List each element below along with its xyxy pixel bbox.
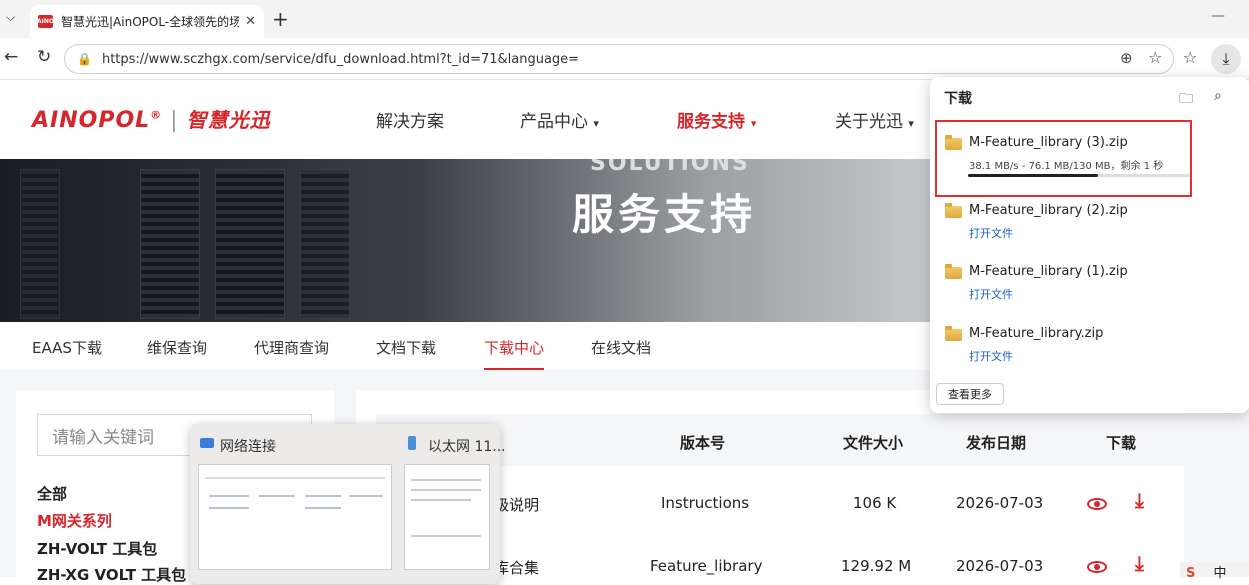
open-file-link[interactable]: 打开文件	[969, 348, 1013, 364]
header-version: 版本号	[680, 434, 726, 452]
server-rack-image	[215, 169, 285, 319]
row1-version: Instructions	[661, 494, 750, 512]
subtab-download-center[interactable]: 下载中心	[484, 337, 544, 358]
browser-tab[interactable]: AINO 智慧光迅|AinOPOL-全球领先的场景 ✕	[30, 5, 264, 38]
row1-name: 级说明	[494, 496, 540, 514]
site-favicon-icon: AINO	[37, 15, 54, 28]
preview-eye-icon[interactable]	[1087, 561, 1107, 573]
download-icon[interactable]: ⤓	[1135, 488, 1144, 512]
row2-size: 129.92 M	[841, 557, 912, 575]
header-download: 下载	[1106, 434, 1137, 452]
category-all[interactable]: 全部	[37, 483, 67, 504]
nav-solutions[interactable]: 解决方案	[376, 107, 444, 132]
open-folder-icon[interactable]: 🗀	[1179, 88, 1193, 112]
preview-eye-icon[interactable]	[1087, 498, 1107, 510]
download-progress-text: 38.1 MB/s - 76.1 MB/130 MB，剩余 1 秒	[969, 161, 1164, 172]
zip-folder-icon	[945, 135, 962, 150]
subtab-warranty-query[interactable]: 维保查询	[147, 337, 207, 358]
category-zh-xg-volt[interactable]: ZH-XG VOLT 工具包	[37, 564, 186, 585]
new-tab-icon[interactable]: +	[272, 7, 289, 31]
downloads-icon[interactable]: ⤓	[1211, 44, 1241, 74]
ethernet-window-icon	[408, 436, 416, 450]
favorite-star-icon[interactable]: ☆	[1148, 48, 1162, 67]
subtab-agent-query[interactable]: 代理商查询	[254, 337, 329, 358]
tab-list-chevron-icon[interactable]: ⌵	[6, 10, 15, 25]
network-window-thumbnail[interactable]	[198, 464, 392, 570]
logo-en: AINOPOL	[32, 108, 151, 133]
network-window-icon	[200, 438, 214, 448]
download-item-name[interactable]: M-Feature_library.zip	[969, 326, 1103, 341]
category-m-gateway[interactable]: M网关系列	[37, 510, 112, 531]
search-icon[interactable]: ⌕	[1214, 88, 1222, 104]
refresh-icon[interactable]: ↻	[37, 47, 51, 67]
zip-folder-icon	[945, 264, 962, 279]
server-rack-image	[20, 169, 60, 319]
nav-about[interactable]: 关于光迅 ▾	[835, 107, 914, 132]
address-bar[interactable]: 🔒 https://www.sczhgx.com/service/dfu_dow…	[64, 44, 1174, 74]
chevron-down-icon: ▾	[908, 117, 914, 130]
zip-folder-icon	[945, 203, 962, 218]
logo-cn: 智慧光迅	[186, 108, 271, 132]
downloads-title: 下载	[944, 91, 972, 107]
zoom-icon[interactable]: ⊕	[1120, 49, 1133, 67]
subtab-eaas-download[interactable]: EAAS下载	[32, 337, 102, 358]
download-item-name[interactable]: M-Feature_library (3).zip	[969, 135, 1128, 150]
row2-name: 库合集	[494, 559, 540, 577]
nav-label: 关于光迅	[835, 112, 903, 132]
download-item-name[interactable]: M-Feature_library (2).zip	[969, 203, 1128, 218]
ethernet-window-thumbnail[interactable]	[404, 464, 490, 570]
banner-subtitle: SOLUTIONS	[590, 159, 750, 176]
logo-separator: |	[170, 108, 179, 133]
subtab-online-docs[interactable]: 在线文档	[591, 337, 651, 358]
preview-title-ethernet: 以太网 11...	[428, 439, 506, 455]
url-text: https://www.sczhgx.com/service/dfu_downl…	[101, 51, 580, 67]
tab-strip: ⌵ AINO 智慧光迅|AinOPOL-全球领先的场景 ✕ + —	[0, 0, 1249, 38]
zip-folder-icon	[945, 326, 962, 341]
ime-indicator[interactable]: S 中	[1180, 562, 1249, 581]
subtab-document-download[interactable]: 文档下载	[376, 337, 436, 358]
favorites-icon[interactable]: ☆	[1183, 48, 1197, 67]
download-item-name[interactable]: M-Feature_library (1).zip	[969, 264, 1128, 279]
header-size: 文件大小	[843, 434, 904, 452]
ime-s-icon: S	[1186, 566, 1196, 581]
nav-label: 产品中心	[520, 112, 588, 132]
row2-date: 2026-07-03	[956, 557, 1044, 575]
row1-size: 106 K	[853, 494, 897, 512]
download-icon[interactable]: ⤓	[1135, 551, 1144, 575]
close-tab-icon[interactable]: ✕	[245, 14, 256, 29]
progress-bar	[968, 174, 1098, 177]
chevron-down-icon: ▾	[750, 117, 757, 130]
nav-label: 服务支持	[677, 112, 745, 132]
open-file-link[interactable]: 打开文件	[969, 225, 1013, 241]
row2-version: Feature_library	[650, 557, 763, 575]
banner-title: 服务支持	[572, 190, 757, 239]
open-file-link[interactable]: 打开文件	[969, 286, 1013, 302]
taskbar-preview: 网络连接 以太网 11...	[190, 424, 506, 584]
hero-banner: SOLUTIONS 服务支持	[0, 159, 940, 322]
minimize-icon[interactable]: —	[1211, 8, 1225, 24]
preview-title-network: 网络连接	[220, 439, 276, 455]
see-more-button[interactable]: 查看更多	[936, 383, 1004, 405]
logo-reg: ®	[150, 108, 163, 122]
site-logo[interactable]: AINOPOL® | 智慧光迅	[32, 104, 271, 133]
row1-date: 2026-07-03	[956, 494, 1044, 512]
nav-service-support[interactable]: 服务支持 ▾	[677, 107, 756, 132]
nav-products[interactable]: 产品中心 ▾	[520, 107, 599, 132]
chevron-down-icon: ▾	[593, 117, 599, 130]
nav-label: 解决方案	[376, 112, 444, 132]
back-icon[interactable]: ←	[4, 47, 18, 67]
site-info-icon[interactable]: 🔒	[77, 52, 92, 66]
header-date: 发布日期	[966, 434, 1027, 452]
tab-title: 智慧光迅|AinOPOL-全球领先的场景	[61, 15, 240, 29]
server-rack-image	[300, 169, 350, 319]
server-rack-image	[140, 169, 200, 319]
category-zh-volt[interactable]: ZH-VOLT 工具包	[37, 538, 157, 559]
ime-label: 中	[1213, 566, 1227, 581]
